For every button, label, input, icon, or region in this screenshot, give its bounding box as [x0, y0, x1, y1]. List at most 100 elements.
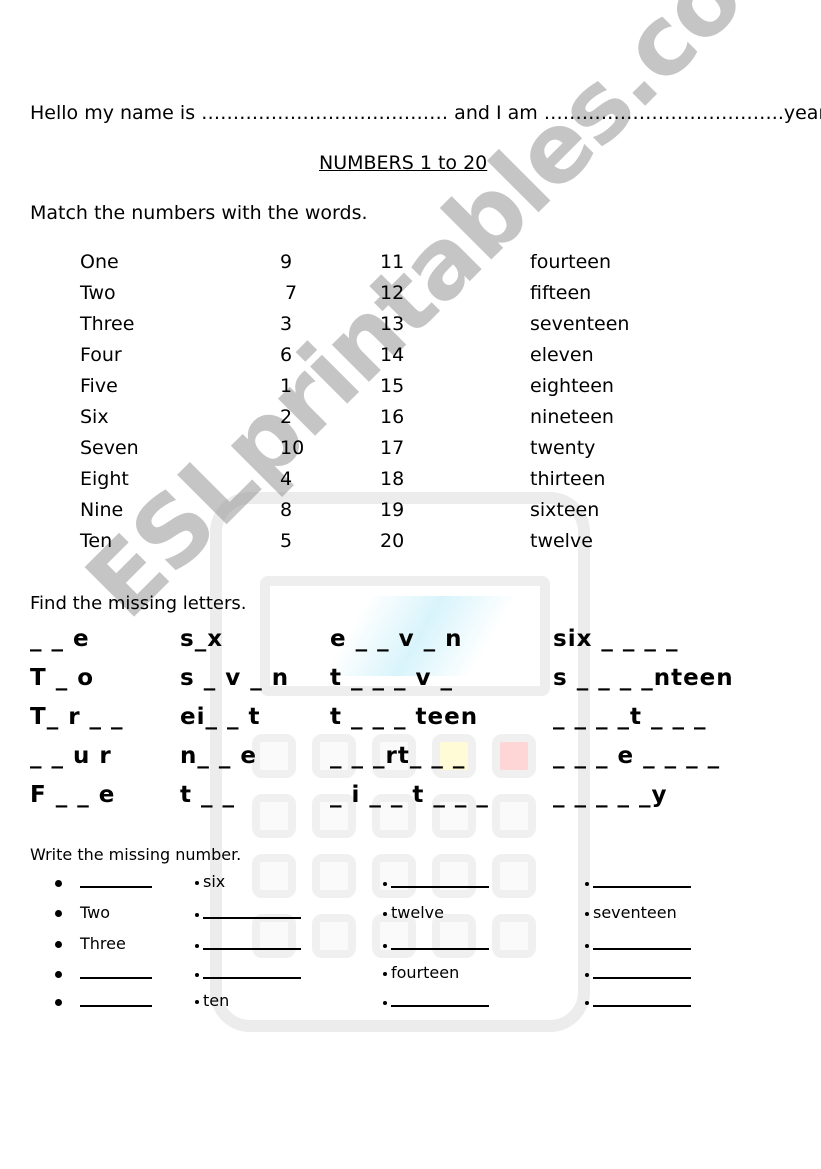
bullet-icon — [195, 943, 199, 948]
match-teen-digit: 13 — [380, 313, 405, 335]
match-teen-digit: 14 — [380, 344, 405, 366]
worksheet: Hello my name is ………………………………… and I am … — [0, 0, 821, 1169]
missing-number-item[interactable] — [195, 963, 301, 983]
missing-number-item[interactable] — [195, 903, 301, 923]
number-word: six — [203, 872, 226, 891]
match-teen-digit: 17 — [380, 437, 405, 459]
missing-number-item[interactable] — [585, 963, 691, 983]
missing-letters-word[interactable]: t _ _ _ v _ — [330, 665, 453, 691]
match-teen-digit: 11 — [380, 251, 405, 273]
match-number-digit: 9 — [280, 251, 293, 273]
missing-letters-word[interactable]: s_x — [180, 626, 223, 652]
match-teen-word: eleven — [530, 344, 594, 366]
bullet-icon — [585, 1000, 589, 1005]
number-word: Two — [80, 903, 110, 922]
match-teen-word: fifteen — [530, 282, 592, 304]
missing-letters-word[interactable]: s _ v _ n — [180, 665, 289, 691]
bullet-icon — [195, 912, 199, 917]
missing-letters-word[interactable]: _ _ _rt_ _ _ — [330, 743, 465, 769]
match-teen-word: eighteen — [530, 375, 614, 397]
number-word: fourteen — [391, 963, 460, 982]
missing-number-item[interactable] — [585, 991, 691, 1011]
answer-blank[interactable] — [391, 872, 489, 888]
missing-letters-word[interactable]: _ _ e — [30, 626, 90, 652]
missing-number-item: ten — [195, 991, 229, 1010]
missing-number-instruction: Write the missing number. — [30, 845, 242, 864]
missing-number-item[interactable] — [55, 991, 152, 1011]
answer-blank[interactable] — [593, 991, 691, 1007]
answer-blank[interactable] — [593, 934, 691, 950]
worksheet-title: NUMBERS 1 to 20 — [319, 152, 488, 174]
match-number-digit: 10 — [280, 437, 305, 459]
answer-blank[interactable] — [203, 934, 301, 950]
match-teen-digit: 20 — [380, 530, 405, 552]
match-number-word: Nine — [80, 499, 124, 521]
missing-letters-instruction: Find the missing letters. — [30, 593, 247, 614]
missing-letters-word[interactable]: _ _ _ e _ _ _ _ — [553, 743, 720, 769]
match-number-digit: 3 — [280, 313, 293, 335]
match-number-word: Four — [80, 344, 122, 366]
match-number-digit: 2 — [280, 406, 293, 428]
missing-number-item[interactable] — [195, 934, 301, 954]
bullet-icon — [55, 999, 62, 1006]
match-instruction: Match the numbers with the words. — [30, 202, 368, 224]
answer-blank[interactable] — [80, 991, 152, 1007]
missing-number-item[interactable] — [383, 934, 489, 954]
bullet-icon — [195, 972, 199, 977]
match-teen-digit: 15 — [380, 375, 405, 397]
bullet-icon — [585, 972, 589, 977]
match-number-word: Six — [80, 406, 109, 428]
missing-letters-word[interactable]: _ _ _ _t _ _ _ — [553, 704, 707, 730]
answer-blank[interactable] — [80, 963, 152, 979]
bullet-icon — [195, 999, 199, 1004]
missing-letters-word[interactable]: t _ _ — [180, 782, 235, 808]
match-number-digit: 6 — [280, 344, 293, 366]
answer-blank[interactable] — [391, 991, 489, 1007]
answer-blank[interactable] — [203, 963, 301, 979]
match-number-word: Three — [80, 313, 135, 335]
missing-number-item: Three — [55, 934, 126, 953]
missing-number-item: Two — [55, 903, 110, 922]
answer-blank[interactable] — [391, 934, 489, 950]
missing-letters-word[interactable]: T_ r _ _ — [30, 704, 124, 730]
missing-letters-word[interactable]: e _ _ v _ n — [330, 626, 463, 652]
missing-letters-word[interactable]: six _ _ _ _ — [553, 626, 678, 652]
missing-letters-word[interactable]: _ _ _ _ _y — [553, 782, 668, 808]
match-teen-word: nineteen — [530, 406, 614, 428]
missing-number-item[interactable] — [383, 872, 489, 892]
bullet-icon — [195, 880, 199, 885]
missing-letters-word[interactable]: F _ _ e — [30, 782, 115, 808]
bullet-icon — [383, 881, 387, 886]
missing-letters-word[interactable]: T _ o — [30, 665, 94, 691]
missing-number-item[interactable] — [585, 872, 691, 892]
match-teen-digit: 12 — [380, 282, 405, 304]
number-word: twelve — [391, 903, 444, 922]
answer-blank[interactable] — [203, 903, 301, 919]
missing-number-item[interactable] — [383, 991, 489, 1011]
missing-letters-word[interactable]: _ i _ _ t _ _ _ — [330, 782, 489, 808]
missing-letters-word[interactable]: s _ _ _ _nteen — [553, 665, 734, 691]
match-teen-word: twelve — [530, 530, 593, 552]
missing-number-item[interactable] — [585, 934, 691, 954]
missing-number-item[interactable] — [55, 872, 152, 892]
match-number-digit: 7 — [285, 282, 298, 304]
match-number-word: One — [80, 251, 119, 273]
answer-blank[interactable] — [80, 872, 152, 888]
missing-letters-word[interactable]: _ _ u r — [30, 743, 112, 769]
missing-number-item: seventeen — [585, 903, 677, 922]
bullet-icon — [585, 943, 589, 948]
answer-blank[interactable] — [593, 872, 691, 888]
match-teen-word: sixteen — [530, 499, 600, 521]
match-teen-digit: 19 — [380, 499, 405, 521]
missing-number-item[interactable] — [55, 963, 152, 983]
missing-number-item: twelve — [383, 903, 444, 922]
match-teen-word: fourteen — [530, 251, 612, 273]
answer-blank[interactable] — [593, 963, 691, 979]
missing-letters-word[interactable]: t _ _ _ teen — [330, 704, 478, 730]
missing-letters-word[interactable]: n_ _ e — [180, 743, 257, 769]
missing-letters-word[interactable]: ei_ _ t — [180, 704, 261, 730]
missing-number-item: fourteen — [383, 963, 459, 982]
match-number-word: Five — [80, 375, 118, 397]
match-number-word: Eight — [80, 468, 129, 490]
match-number-digit: 5 — [280, 530, 293, 552]
